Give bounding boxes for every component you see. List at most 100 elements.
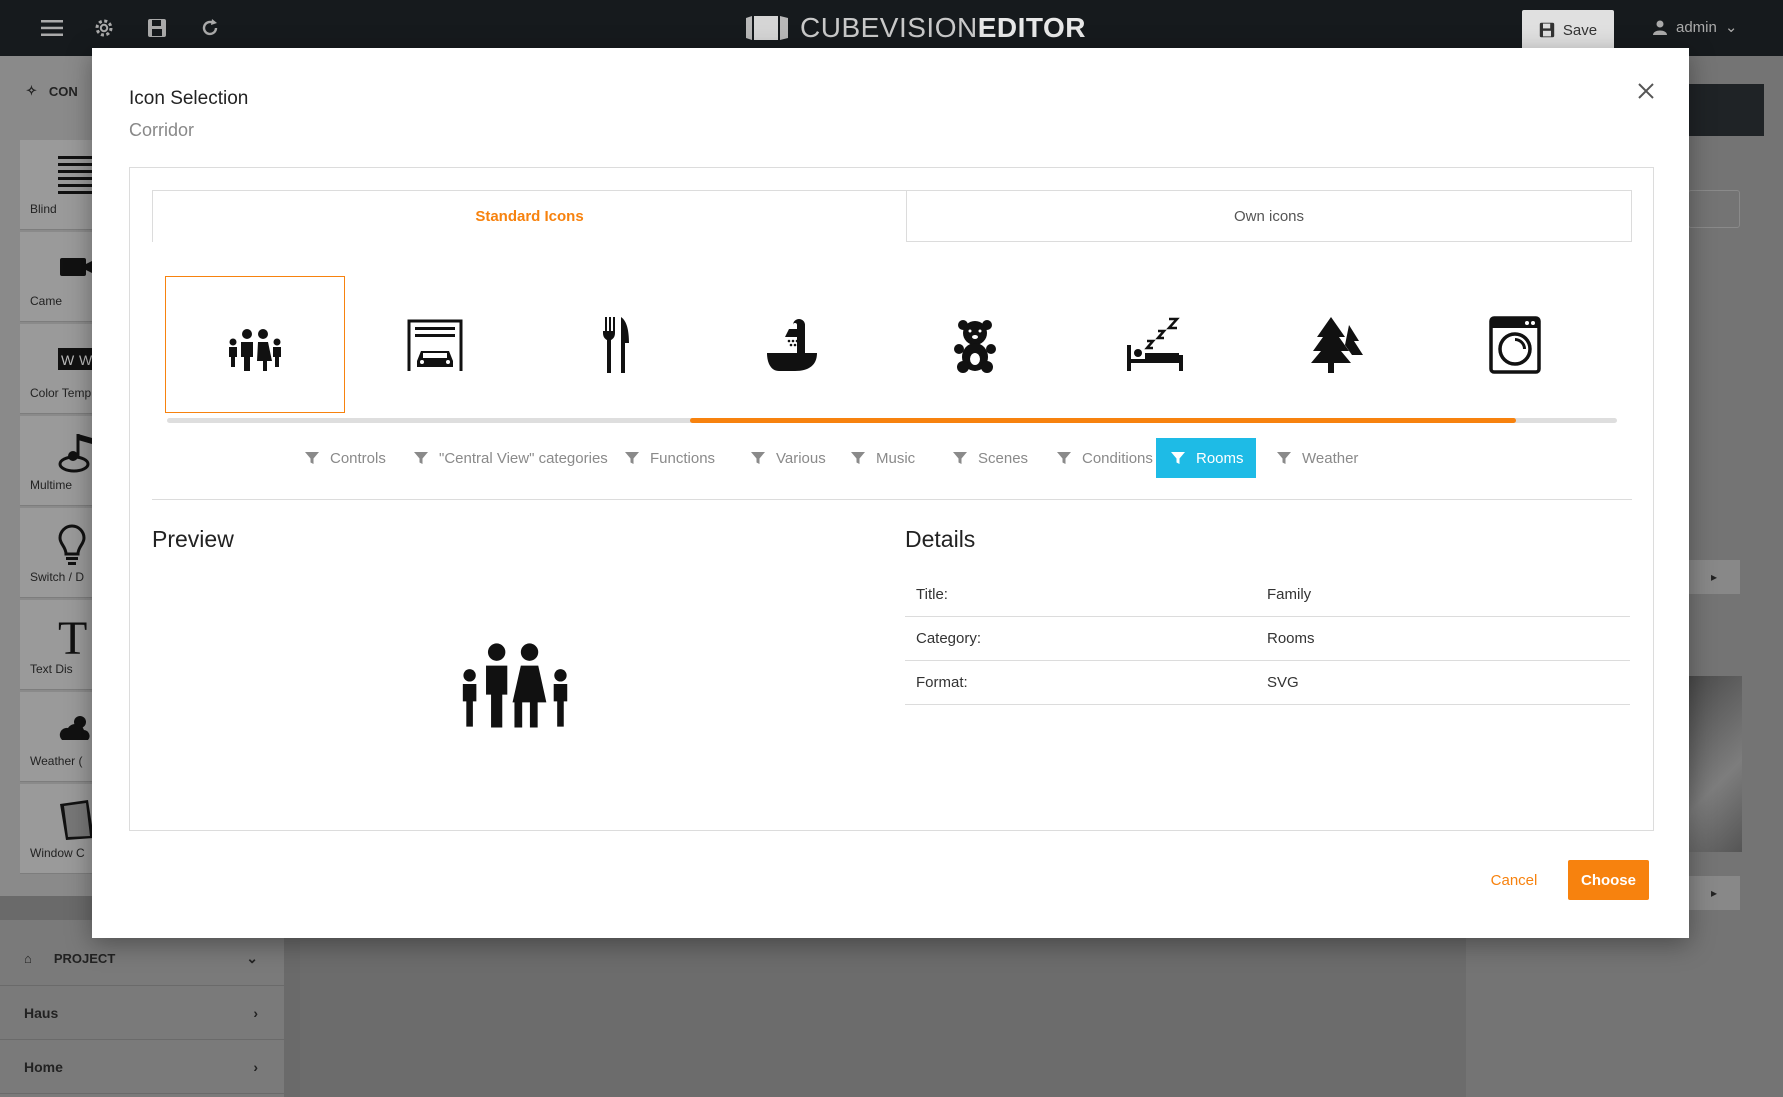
filter-weather[interactable]: Weather xyxy=(1262,438,1370,478)
icon-option-trees[interactable] xyxy=(1245,276,1425,413)
weather-icon xyxy=(58,706,92,750)
tool-switch[interactable]: Switch / D xyxy=(20,508,92,598)
filter-funnel-icon xyxy=(305,452,319,464)
details-value: SVG xyxy=(1267,674,1299,691)
filter-label: Functions xyxy=(650,449,716,467)
icon-option-bedroom[interactable] xyxy=(1065,276,1245,413)
user-menu[interactable]: admin ⌄ xyxy=(1652,18,1737,36)
tool-label: Switch / D xyxy=(30,570,85,584)
dialog-title: Icon Selection xyxy=(129,88,249,109)
category-filters: Controls "Central View" categories Functio… xyxy=(130,438,1655,478)
carousel-scrollbar[interactable] xyxy=(167,418,1617,423)
filter-conditions[interactable]: Conditions xyxy=(1042,438,1165,478)
filter-various[interactable]: Various xyxy=(736,438,838,478)
filter-label: Controls xyxy=(330,449,386,467)
filter-functions[interactable]: Functions xyxy=(610,438,727,478)
icon-option-garage[interactable] xyxy=(345,276,525,413)
tool-text-display[interactable]: T Text Dis xyxy=(20,600,92,690)
filter-label: Various xyxy=(776,449,826,467)
hamburger-menu-icon[interactable] xyxy=(40,16,64,40)
tool-label: Multime xyxy=(30,478,73,492)
color-temperature-icon: WW xyxy=(58,338,92,382)
tab-own-icons[interactable]: Own icons xyxy=(907,190,1632,242)
garage-icon xyxy=(407,319,463,371)
tool-label: Text Dis xyxy=(30,662,73,676)
magic-wand-icon: ✧ xyxy=(26,83,37,98)
svg-text:W: W xyxy=(79,352,92,368)
tool-camera[interactable]: Came xyxy=(20,232,92,322)
refresh-icon[interactable] xyxy=(198,16,222,40)
gear-icon[interactable] xyxy=(92,16,116,40)
property-expand-button[interactable]: ▸ xyxy=(1688,876,1740,910)
details-value: Family xyxy=(1267,586,1312,603)
project-item-label: Haus xyxy=(24,1004,59,1021)
project-item-home[interactable]: Home › xyxy=(0,1040,284,1094)
tool-label: Window C xyxy=(30,846,85,860)
filter-label: Scenes xyxy=(978,449,1029,467)
icon-selection-dialog: Icon Selection Corridor Standard Icons O… xyxy=(92,48,1689,938)
chevron-down-icon: ⌄ xyxy=(1724,19,1738,36)
icon-option-family[interactable] xyxy=(165,276,345,413)
filter-label: Rooms xyxy=(1196,449,1244,467)
filter-funnel-icon xyxy=(1171,452,1185,464)
save-icon xyxy=(1539,22,1555,38)
tool-window-contact[interactable]: Window C xyxy=(20,784,92,874)
icon-option-fork-knife[interactable] xyxy=(525,276,705,413)
save-button[interactable]: Save xyxy=(1522,10,1614,50)
icon-option-teddy-bear[interactable] xyxy=(885,276,1065,413)
project-label: PROJECT xyxy=(53,951,116,966)
family-icon xyxy=(458,640,574,730)
filter-funnel-icon xyxy=(751,452,765,464)
floppy-disk-icon[interactable] xyxy=(145,16,169,40)
choose-button[interactable]: Choose xyxy=(1568,860,1649,900)
tool-blinds[interactable]: Blind xyxy=(20,140,92,230)
chevron-down-icon: ⌄ xyxy=(246,950,258,966)
cube-logo-icon xyxy=(744,14,792,42)
icon-selection-panel: Standard Icons Own icons Controls "Centr… xyxy=(129,167,1654,831)
cancel-button[interactable]: Cancel xyxy=(1484,860,1544,900)
section-divider xyxy=(152,499,1632,500)
filter-central-view-categories[interactable]: "Central View" categories xyxy=(399,438,620,478)
tool-label: Came xyxy=(30,294,63,308)
brand-logo: CUBEVISIONEDITOR xyxy=(744,12,1086,44)
details-row-format: Format: SVG xyxy=(905,661,1630,705)
icon-option-bathtub[interactable] xyxy=(705,276,885,413)
brand-name: CUBEVISIONEDITOR xyxy=(800,12,1086,43)
icon-option-laundry[interactable] xyxy=(1425,276,1605,413)
project-item-label: Home xyxy=(24,1058,63,1075)
project-panel: ⌂ PROJECT ⌄ Haus › Home › xyxy=(0,920,284,1097)
properties-header xyxy=(1688,84,1764,136)
project-section-toggle[interactable]: ⌂ PROJECT ⌄ xyxy=(0,932,284,986)
tool-weather[interactable]: Weather ( xyxy=(20,692,92,782)
chevron-right-icon: › xyxy=(253,1058,258,1075)
property-input[interactable] xyxy=(1688,190,1740,228)
details-key: Category: xyxy=(916,630,982,647)
chevron-right-icon: › xyxy=(253,1004,258,1021)
home-icon: ⌂ xyxy=(24,951,32,966)
lightbulb-icon xyxy=(58,522,92,566)
tool-label: Blind xyxy=(30,202,57,216)
tool-label: Weather ( xyxy=(30,754,83,768)
tool-multimedia[interactable]: Multime xyxy=(20,416,92,506)
text-icon: T xyxy=(58,612,92,665)
close-icon[interactable] xyxy=(1635,80,1657,102)
icon-carousel xyxy=(165,276,1610,416)
tab-standard-icons[interactable]: Standard Icons xyxy=(152,190,907,242)
details-value: Rooms xyxy=(1267,630,1315,647)
svg-text:T: T xyxy=(58,614,87,658)
details-row-category: Category: Rooms xyxy=(905,617,1630,661)
filter-music[interactable]: Music xyxy=(836,438,927,478)
blinds-icon xyxy=(58,154,92,198)
carousel-scrollbar-thumb[interactable] xyxy=(690,418,1516,423)
filter-controls[interactable]: Controls xyxy=(290,438,398,478)
camera-icon xyxy=(58,246,92,290)
filter-rooms[interactable]: Rooms xyxy=(1156,438,1256,478)
details-key: Format: xyxy=(916,674,968,691)
sidebar-header: ✧ CON xyxy=(0,66,92,116)
property-expand-button[interactable]: ▸ xyxy=(1688,560,1740,594)
project-item-haus[interactable]: Haus › xyxy=(0,986,284,1040)
filter-scenes[interactable]: Scenes xyxy=(938,438,1040,478)
user-name: admin xyxy=(1676,18,1717,36)
details-key: Title: xyxy=(916,586,948,603)
tool-color-temperature[interactable]: WW Color Temp xyxy=(20,324,92,414)
